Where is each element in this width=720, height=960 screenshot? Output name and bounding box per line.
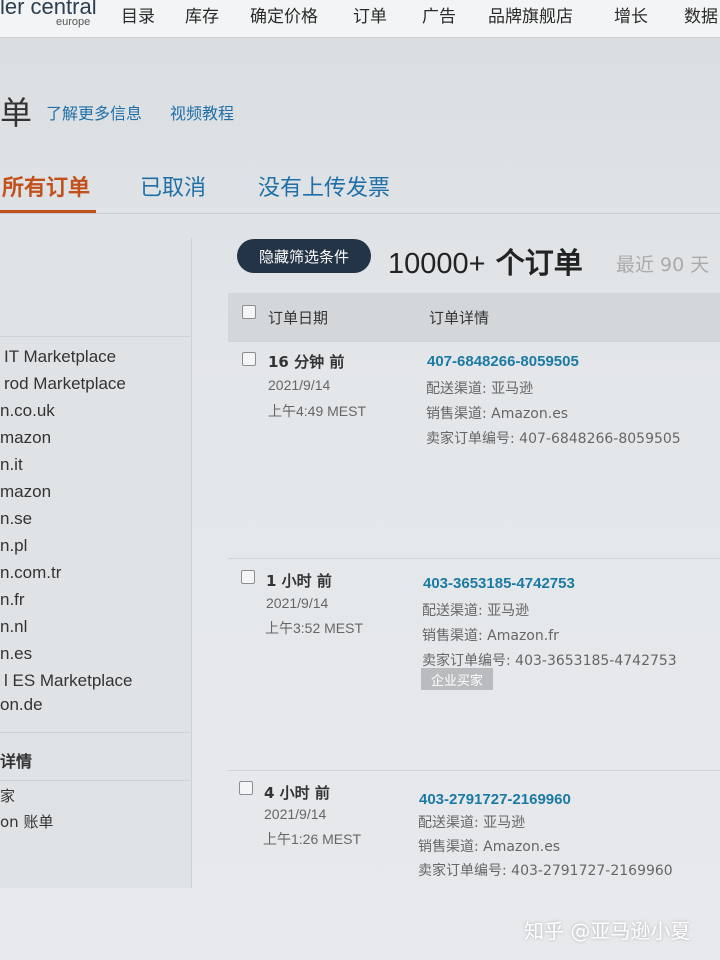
order-count-number: 10000+	[388, 248, 486, 280]
sidebar-item-marketplace[interactable]: n.pl	[0, 536, 27, 556]
sidebar-item-marketplace[interactable]: rod Marketplace	[4, 374, 126, 394]
row-checkbox[interactable]	[242, 352, 256, 366]
tab-no-invoice-uploaded[interactable]: 没有上传发票	[258, 170, 390, 202]
sidebar-item-marketplace[interactable]: mazon	[0, 482, 51, 502]
order-time: 上午3:52 MEST	[265, 620, 364, 636]
column-header-order-details: 订单详情	[429, 309, 490, 327]
sidebar-item-marketplace[interactable]: n.es	[0, 644, 32, 664]
sales-channel: 销售渠道: Amazon.fr	[422, 628, 559, 644]
sidebar-divider	[0, 780, 190, 781]
fulfillment-channel: 配送渠道: 亚马逊	[418, 815, 526, 831]
active-tab-indicator	[0, 210, 96, 213]
nav-item-catalog[interactable]: 目录	[121, 2, 155, 27]
sales-channel: 销售渠道: Amazon.es	[426, 406, 569, 422]
fulfillment-channel: 配送渠道: 亚马逊	[422, 603, 530, 619]
seller-order-id: 卖家订单编号: 403-2791727-2169960	[418, 863, 673, 879]
date-range-label: 最近 90 天	[616, 254, 710, 276]
logo-region-label: europe	[56, 16, 91, 28]
sales-channel: 销售渠道: Amazon.es	[418, 839, 561, 855]
sidebar-sub-item[interactable]: 家	[0, 785, 15, 806]
order-age: 1 小时 前	[266, 572, 332, 590]
fulfillment-channel: 配送渠道: 亚马逊	[426, 381, 534, 397]
filter-sidebar: IT Marketplace rod Marketplace n.co.uk m…	[0, 238, 192, 888]
nav-item-advertising[interactable]: 广告	[422, 2, 456, 27]
nav-item-orders[interactable]: 订单	[353, 2, 387, 27]
tab-cancelled[interactable]: 已取消	[140, 170, 206, 202]
nav-item-growth[interactable]: 增长	[614, 2, 648, 27]
nav-item-brand-store[interactable]: 品牌旗舰店	[488, 2, 573, 27]
sidebar-item-marketplace[interactable]: n.se	[0, 509, 32, 529]
order-time: 上午1:26 MEST	[263, 831, 362, 847]
sidebar-sub-item[interactable]: on 账单	[0, 811, 53, 832]
sidebar-divider	[0, 336, 190, 337]
zhihu-watermark: 知乎 @亚马逊小夏	[524, 919, 691, 943]
row-divider	[228, 341, 720, 342]
row-checkbox[interactable]	[239, 781, 253, 795]
sidebar-divider	[0, 732, 190, 733]
select-all-checkbox[interactable]	[242, 305, 256, 319]
tabs-divider	[0, 213, 720, 214]
tab-all-orders[interactable]: 所有订单	[2, 170, 90, 202]
order-time: 上午4:49 MEST	[268, 403, 367, 419]
sidebar-item-marketplace[interactable]: n.nl	[0, 617, 27, 637]
hide-filters-button[interactable]: 隐藏筛选条件	[237, 239, 371, 273]
nav-item-pricing[interactable]: 确定价格	[250, 2, 318, 27]
nav-item-data[interactable]: 数据	[684, 2, 718, 27]
column-header-order-date[interactable]: 订单日期	[268, 307, 328, 328]
order-age: 4 小时 前	[264, 784, 330, 802]
nav-item-inventory[interactable]: 库存	[185, 2, 219, 27]
sidebar-item-marketplace[interactable]: IT Marketplace	[4, 347, 116, 367]
sidebar-item-marketplace[interactable]: l ES Marketplace	[4, 671, 133, 691]
order-date: 2021/9/14	[264, 806, 327, 822]
order-date: 2021/9/14	[266, 595, 329, 611]
order-date: 2021/9/14	[268, 377, 331, 393]
row-divider	[228, 770, 720, 771]
order-id-link[interactable]: 403-2791727-2169960	[419, 791, 571, 808]
learn-more-link[interactable]: 了解更多信息	[46, 100, 142, 124]
sidebar-item-marketplace[interactable]: mazon	[0, 428, 51, 448]
row-divider	[228, 558, 720, 559]
seller-order-id: 卖家订单编号: 407-6848266-8059505	[426, 431, 681, 447]
business-buyer-badge: 企业买家	[421, 668, 493, 690]
top-navigation-bar: ler central europe 目录 库存 确定价格 订单 广告 品牌旗舰…	[0, 0, 720, 38]
order-count: 10000+ 个订单	[388, 240, 583, 282]
video-tutorial-link[interactable]: 视频教程	[170, 100, 234, 124]
sidebar-item-marketplace[interactable]: n.com.tr	[0, 563, 61, 583]
sidebar-item-marketplace[interactable]: on.de	[0, 695, 43, 715]
sidebar-item-marketplace[interactable]: n.fr	[0, 590, 25, 610]
order-count-unit: 个订单	[495, 246, 583, 280]
order-id-link[interactable]: 403-3653185-4742753	[423, 575, 575, 592]
order-id-link[interactable]: 407-6848266-8059505	[427, 353, 579, 370]
seller-order-id: 卖家订单编号: 403-3653185-4742753	[422, 653, 677, 669]
sidebar-item-marketplace[interactable]: n.it	[0, 455, 23, 475]
order-age: 16 分钟 前	[268, 353, 345, 371]
page-title: 单	[0, 94, 33, 132]
row-checkbox[interactable]	[241, 570, 255, 584]
sidebar-section-title: 详情	[0, 752, 33, 771]
sidebar-item-marketplace[interactable]: n.co.uk	[0, 401, 55, 421]
